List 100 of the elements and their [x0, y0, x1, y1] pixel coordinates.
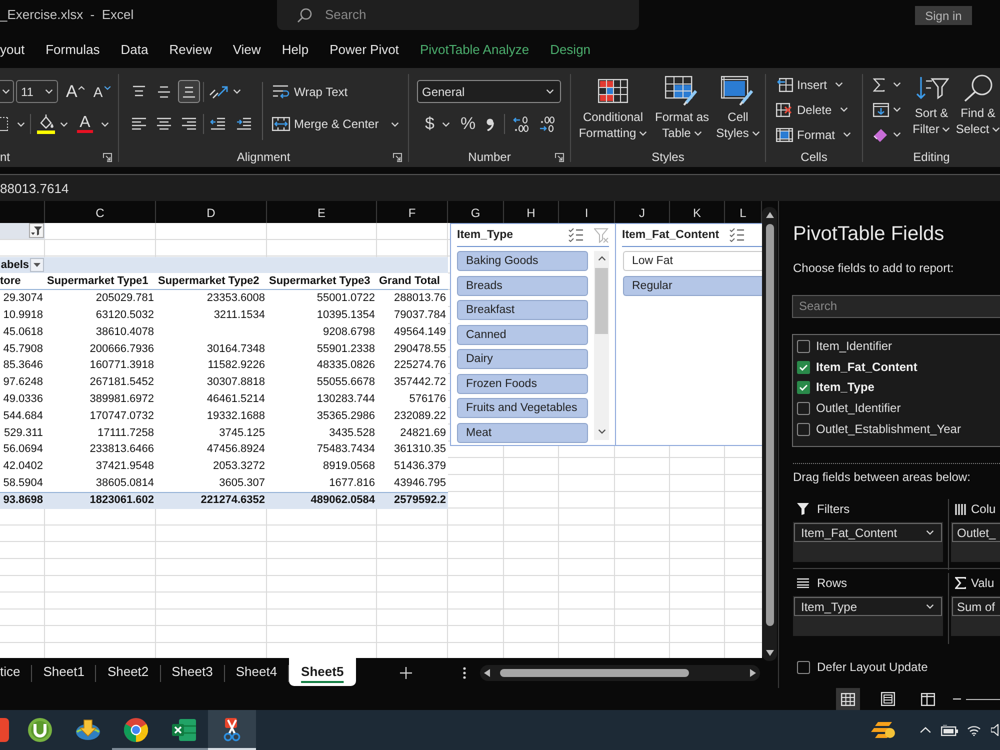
decrease-indent-icon[interactable] [210, 117, 226, 131]
font-color-button[interactable]: A [77, 115, 93, 133]
decrease-decimal-icon[interactable] [538, 116, 555, 132]
chevron-down-icon[interactable] [442, 122, 450, 126]
scroll-left-icon[interactable] [484, 669, 490, 677]
delete-cells-button[interactable]: Delete [776, 102, 832, 118]
wrap-text-button[interactable]: Wrap Text [272, 80, 399, 103]
menu-tab[interactable]: Power Pivot [330, 41, 399, 59]
area-field-dropdown[interactable]: Item_Fat_Content [794, 523, 942, 542]
dialog-launcher-icon[interactable] [393, 152, 402, 162]
slicer-item[interactable]: Baking Goods [457, 251, 588, 271]
checkbox[interactable] [797, 660, 810, 674]
chevron-down-icon[interactable] [835, 82, 844, 87]
vertical-scrollbar[interactable] [762, 207, 777, 661]
insert-cells-button[interactable]: Insert [776, 76, 828, 92]
checkbox[interactable] [797, 360, 810, 374]
multi-select-icon[interactable] [568, 228, 584, 242]
slicer-item[interactable]: Dairy [457, 349, 588, 369]
scroll-down-icon[interactable] [598, 429, 606, 434]
checkbox[interactable] [797, 381, 810, 394]
horizontal-scrollbar[interactable] [480, 665, 760, 681]
menu-tab[interactable]: Help [282, 41, 309, 59]
dialog-launcher-icon[interactable] [103, 152, 112, 162]
menu-tab[interactable]: Formulas [46, 41, 100, 59]
chevron-up-icon[interactable] [920, 727, 931, 733]
speaker-icon[interactable] [991, 724, 1000, 736]
eraser-icon[interactable] [873, 128, 889, 142]
scroll-right-icon[interactable] [750, 669, 756, 677]
slicer-item[interactable]: Breads [457, 276, 588, 296]
scroll-up-icon[interactable] [766, 212, 774, 218]
menu-tab[interactable]: Review [169, 41, 212, 59]
sign-in-button[interactable]: Sign in [915, 6, 972, 25]
fill-down-icon[interactable] [873, 102, 889, 116]
field-search-field[interactable]: Search [792, 295, 1000, 318]
chevron-down-icon[interactable] [60, 122, 68, 126]
checkbox[interactable] [797, 340, 810, 353]
checkbox[interactable] [797, 402, 810, 416]
font-name-dropdown[interactable] [0, 80, 14, 103]
percent-style-button[interactable]: % [460, 114, 476, 134]
chevron-down-icon[interactable] [101, 122, 109, 126]
format-cells-button[interactable]: Format [776, 126, 836, 142]
chevron-down-icon[interactable] [233, 89, 241, 94]
increase-indent-icon[interactable] [236, 117, 252, 131]
scroll-up-icon[interactable] [598, 256, 606, 261]
cell-styles-button[interactable]: Cell Styles [715, 76, 761, 141]
chevron-down-icon[interactable] [843, 132, 852, 137]
scrollbar-thumb[interactable] [500, 669, 689, 677]
more-options-icon[interactable] [462, 667, 466, 679]
sheet-tab[interactable]: Sheet4 [224, 658, 288, 686]
add-sheet-icon[interactable] [400, 667, 412, 679]
area-field-dropdown[interactable]: Outlet_ [952, 523, 1000, 542]
checkbox-label[interactable]: Defer Layout Update [817, 660, 928, 674]
sheet-tab[interactable]: Sheet5 [289, 658, 356, 686]
chevron-down-icon[interactable] [17, 122, 25, 126]
increase-decimal-icon[interactable] [512, 116, 529, 132]
comma-style-icon[interactable] [486, 118, 494, 130]
area-field-dropdown[interactable]: Item_Type [794, 597, 942, 616]
grow-font-button[interactable]: A [66, 82, 86, 100]
sheet-tab[interactable]: Sheet2 [96, 658, 160, 686]
find-select-button[interactable]: Find & Select [956, 72, 1000, 147]
menu-tab[interactable]: PivotTable Analyze [420, 41, 530, 59]
chevron-down-icon[interactable] [893, 132, 901, 137]
align-bottom-button[interactable] [178, 80, 200, 103]
chevron-down-icon[interactable] [840, 107, 848, 112]
menu-tab[interactable]: yout [0, 41, 25, 59]
slicer-item[interactable]: Low Fat [623, 251, 762, 271]
sheet-tab[interactable]: Sheet3 [160, 658, 224, 686]
slicer-item[interactable]: Breakfast [457, 300, 588, 320]
filter-dropdown-icon[interactable] [29, 223, 44, 238]
chevron-down-icon[interactable] [390, 122, 399, 126]
format-as-table-button[interactable]: Format as Table [653, 76, 711, 141]
shrink-font-button[interactable]: A [93, 82, 111, 100]
menu-tab[interactable]: Design [550, 41, 591, 59]
merge-center-button[interactable]: Merge & Center [272, 112, 379, 136]
currency-format-button[interactable]: $ [425, 114, 434, 134]
scrollbar-thumb[interactable] [595, 268, 608, 334]
slicer-item[interactable]: Meat [457, 422, 588, 442]
autosum-icon[interactable] [873, 78, 885, 92]
sort-filter-button[interactable]: Sort & Filter [907, 72, 956, 147]
menu-tab[interactable]: View [232, 41, 261, 59]
normal-view-button[interactable] [836, 688, 860, 710]
slicer-item[interactable]: Frozen Foods [457, 374, 588, 394]
scroll-down-icon[interactable] [766, 650, 774, 656]
font-size-dropdown[interactable]: 11 [16, 80, 58, 103]
field-name[interactable]: Item_Identifier [816, 338, 892, 354]
conditional-formatting-button[interactable]: Conditional Formatting [577, 76, 649, 141]
field-name[interactable]: Outlet_Identifier [816, 401, 901, 416]
menu-tab[interactable]: Data [120, 41, 148, 59]
tray-app-icon[interactable] [870, 720, 896, 740]
sheet-tab[interactable]: tice [0, 658, 32, 686]
slicer-item[interactable]: Fruits and Vegetables [457, 398, 588, 418]
number-format-dropdown[interactable]: General [417, 80, 561, 103]
field-name[interactable]: Item_Fat_Content [816, 360, 918, 375]
scrollbar-thumb[interactable] [766, 224, 774, 626]
borders-icon[interactable] [0, 116, 9, 132]
formula-field[interactable]: 88013.7614 [0, 174, 1000, 201]
wifi-icon[interactable] [967, 724, 981, 736]
search-field[interactable]: Search [277, 0, 639, 30]
battery-icon[interactable] [941, 724, 958, 736]
chevron-down-icon[interactable] [893, 107, 901, 112]
